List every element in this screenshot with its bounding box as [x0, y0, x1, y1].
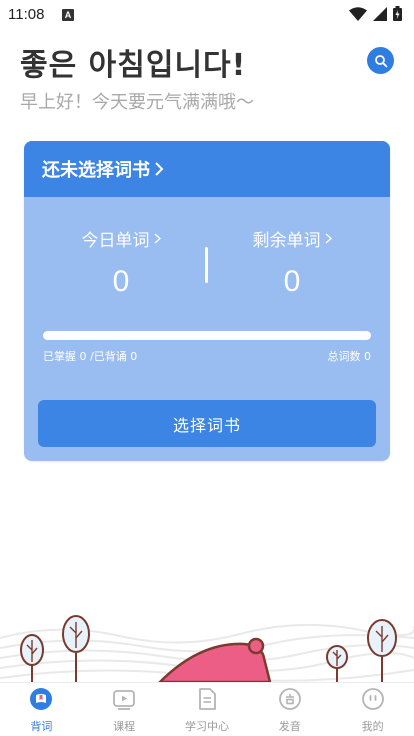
progress-total-text: 总词数 0 [327, 350, 372, 363]
status-bar: 11:08 A [0, 0, 414, 30]
tab-profile[interactable]: 我的 [331, 683, 414, 736]
today-words-stat[interactable]: 今日单词 0 [46, 226, 196, 299]
today-words-value: 0 [112, 265, 130, 298]
play-video-icon [113, 690, 136, 710]
choose-wordbook-button[interactable]: 选择词书 [38, 400, 376, 447]
tab-memorize-words[interactable]: 背词 [0, 683, 83, 736]
bottom-tab-bar: 背词 课程 学习中心 发音 我的 [0, 682, 414, 736]
select-wordbook-header[interactable]: 还未选择词书 [24, 141, 390, 197]
stat-divider [205, 247, 208, 283]
today-words-label: 今日单词 [81, 231, 150, 251]
progress-mastered-text: 已掌握 0 /已背诵 0 [43, 350, 138, 363]
status-icons [349, 6, 402, 21]
tab-label: 发音 [278, 720, 301, 733]
wordbook-status-title: 还未选择词书 [42, 160, 150, 181]
tab-label: 学习中心 [184, 720, 229, 733]
book-bookmark-icon [30, 688, 53, 710]
chevron-right-icon [154, 233, 161, 244]
tab-label: 背词 [30, 720, 53, 733]
chevron-right-icon [325, 233, 332, 244]
profile-face-icon [361, 688, 384, 710]
pronunciation-icon [278, 688, 301, 710]
greeting-title: 좋은 아침입니다! [20, 48, 247, 83]
landscape-illustration [0, 615, 414, 682]
chevron-right-icon [155, 162, 164, 176]
status-time: 11:08 [8, 6, 45, 23]
signal-icon [373, 6, 387, 21]
remaining-words-stat[interactable]: 剩余单词 0 [217, 226, 367, 299]
tab-label: 我的 [361, 720, 384, 733]
tab-pronunciation[interactable]: 发音 [248, 683, 331, 736]
tab-courses[interactable]: 课程 [83, 683, 166, 736]
document-icon [199, 688, 216, 710]
greeting-subtitle: 早上好！今天要元气满满哦～ [20, 92, 254, 113]
app-indicator-icon: A [62, 9, 74, 21]
search-icon [374, 54, 387, 67]
tab-label: 课程 [113, 720, 136, 733]
search-button[interactable] [367, 47, 394, 74]
tab-learning-center[interactable]: 学习中心 [166, 683, 249, 736]
battery-icon [393, 6, 402, 21]
tree-icon [326, 645, 348, 682]
progress-bar [43, 331, 371, 340]
remaining-words-label: 剩余单词 [252, 231, 321, 251]
wordbook-card: 还未选择词书 今日单词 0 剩余单词 0 已掌握 0 /已背诵 0 总词数 0 … [24, 141, 390, 461]
remaining-words-value: 0 [283, 265, 301, 298]
wifi-icon [349, 6, 367, 21]
